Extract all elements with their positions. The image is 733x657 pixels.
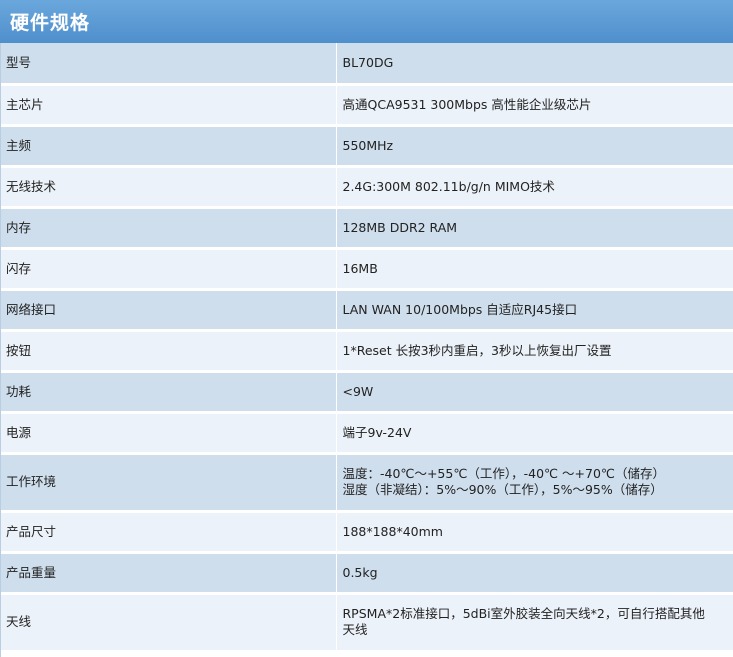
spec-label-power-supply: 电源: [0, 412, 337, 455]
table-row: 主芯片 高通QCA9531 300Mbps 高性能企业级芯片: [0, 84, 733, 127]
spec-value-line: BL70DG: [342, 54, 394, 70]
hardware-spec-page: 硬件规格 型号 BL70DG 主芯片 高通QCA9531 300Mbps 高性能…: [0, 0, 733, 657]
page-title: 硬件规格: [10, 12, 91, 34]
spec-value-environment: 温度：-40℃～+55℃（工作），-40℃ ～+70℃（储存） 湿度（非凝结）：…: [336, 453, 733, 513]
spec-value-line: 1*Reset 长按3秒内重启，3秒以上恢复出厂设置: [342, 342, 612, 358]
spec-value-frequency: 550MHz: [336, 125, 733, 168]
spec-value-line: <9W: [342, 383, 374, 399]
table-row: 网络接口 LAN WAN 10/100Mbps 自适应RJ45接口: [0, 289, 733, 332]
table-left-border: [0, 43, 1, 657]
table-row: 按钮 1*Reset 长按3秒内重启，3秒以上恢复出厂设置: [0, 330, 733, 373]
spec-label-chip: 主芯片: [0, 84, 337, 127]
spec-value-wireless: 2.4G:300M 802.11b/g/n MIMO技术: [336, 166, 733, 209]
table-row: 产品尺寸 188*188*40mm: [0, 511, 733, 554]
spec-value-line: 188*188*40mm: [342, 523, 443, 539]
table-row: 主频 550MHz: [0, 125, 733, 168]
spec-value-power-consumption: <9W: [336, 371, 733, 414]
table-row: 产品重量 0.5kg: [0, 552, 733, 595]
spec-value-weight: 0.5kg: [336, 552, 733, 595]
spec-value-line: 128MB DDR2 RAM: [342, 219, 458, 235]
table-row: 天线 RPSMA*2标准接口，5dBi室外胶装全向天线*2，可自行搭配其他 天线: [0, 593, 733, 653]
spec-value-line: 天线: [342, 622, 368, 637]
table-row: 闪存 16MB: [0, 248, 733, 291]
table-row: 工作环境 温度：-40℃～+55℃（工作），-40℃ ～+70℃（储存） 湿度（…: [0, 453, 733, 513]
spec-value-line: LAN WAN 10/100Mbps 自适应RJ45接口: [342, 301, 578, 317]
spec-value-line: 端子9v-24V: [342, 424, 412, 440]
spec-value-line: 高通QCA9531 300Mbps 高性能企业级芯片: [342, 96, 592, 112]
table-row: 无线技术 2.4G:300M 802.11b/g/n MIMO技术: [0, 166, 733, 209]
spec-value-power-supply: 端子9v-24V: [336, 412, 733, 455]
table-row: 电源 端子9v-24V: [0, 412, 733, 455]
spec-label-model: 型号: [0, 43, 337, 86]
spec-value-antenna: RPSMA*2标准接口，5dBi室外胶装全向天线*2，可自行搭配其他 天线: [336, 593, 733, 653]
table-row: 型号 BL70DG: [0, 43, 733, 86]
spec-value-line: 550MHz: [342, 137, 394, 153]
spec-value-flash: 16MB: [336, 248, 733, 291]
spec-label-flash: 闪存: [0, 248, 337, 291]
spec-header-bar: 硬件规格: [0, 0, 733, 43]
spec-label-power-consumption: 功耗: [0, 371, 337, 414]
spec-table: 型号 BL70DG 主芯片 高通QCA9531 300Mbps 高性能企业级芯片…: [0, 43, 733, 653]
spec-value-line: 16MB: [342, 260, 378, 276]
spec-label-antenna: 天线: [0, 593, 337, 653]
table-row: 内存 128MB DDR2 RAM: [0, 207, 733, 250]
spec-label-button: 按钮: [0, 330, 337, 373]
spec-label-weight: 产品重量: [0, 552, 337, 595]
spec-label-environment: 工作环境: [0, 453, 337, 513]
spec-value-network-ports: LAN WAN 10/100Mbps 自适应RJ45接口: [336, 289, 733, 332]
spec-value-line: 温度：-40℃～+55℃（工作），-40℃ ～+70℃（储存）: [342, 466, 665, 481]
spec-label-network-ports: 网络接口: [0, 289, 337, 332]
spec-value-model: BL70DG: [336, 43, 733, 86]
table-row: 功耗 <9W: [0, 371, 733, 414]
spec-value-line: 湿度（非凝结）：5%～90%（工作），5%～95%（储存）: [342, 482, 663, 497]
spec-value-line: RPSMA*2标准接口，5dBi室外胶装全向天线*2，可自行搭配其他: [342, 606, 705, 621]
spec-value-memory: 128MB DDR2 RAM: [336, 207, 733, 250]
spec-value-line: 0.5kg: [342, 564, 378, 580]
spec-label-memory: 内存: [0, 207, 337, 250]
spec-label-wireless: 无线技术: [0, 166, 337, 209]
spec-value-dimensions: 188*188*40mm: [336, 511, 733, 554]
spec-value-button: 1*Reset 长按3秒内重启，3秒以上恢复出厂设置: [336, 330, 733, 373]
spec-value-chip: 高通QCA9531 300Mbps 高性能企业级芯片: [336, 84, 733, 127]
spec-value-line: 2.4G:300M 802.11b/g/n MIMO技术: [342, 178, 555, 194]
spec-label-dimensions: 产品尺寸: [0, 511, 337, 554]
spec-label-frequency: 主频: [0, 125, 337, 168]
